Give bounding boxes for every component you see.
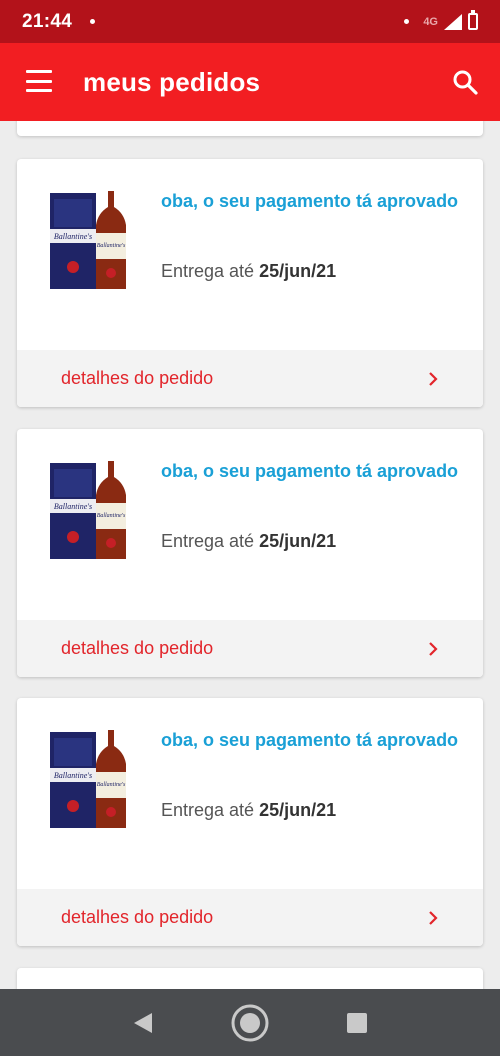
order-status: oba, o seu pagamento tá aprovado xyxy=(161,461,459,481)
order-card[interactable]: Ballantine's Ballantine's oba, o seu pag… xyxy=(17,159,483,407)
orders-list[interactable]: Ballantine's Ballantine's oba, o seu pag… xyxy=(0,121,500,989)
details-label: detalhes do pedido xyxy=(61,907,214,927)
back-icon xyxy=(134,1012,153,1033)
status-time: 21:44 xyxy=(22,10,73,32)
svg-text:Ballantine's: Ballantine's xyxy=(97,243,126,249)
battery-icon xyxy=(468,10,478,30)
order-details-button[interactable]: detalhes do pedido xyxy=(17,350,483,407)
delivery-date: 25/jun/21 xyxy=(259,800,337,820)
status-bar: 21:44 4G xyxy=(0,0,500,43)
delivery-date: 25/jun/21 xyxy=(259,531,337,551)
network-type: 4G xyxy=(423,15,438,28)
details-label: detalhes do pedido xyxy=(61,368,214,388)
chevron-right-icon xyxy=(429,371,438,386)
svg-text:Ballantine's: Ballantine's xyxy=(54,502,92,511)
delivery-date: 25/jun/21 xyxy=(259,261,337,281)
product-image[interactable]: Ballantine's Ballantine's xyxy=(50,728,130,832)
order-details-button[interactable]: detalhes do pedido xyxy=(17,889,483,946)
delivery-info: Entrega até 25/jun/21 xyxy=(161,800,336,821)
delivery-info: Entrega até 25/jun/21 xyxy=(161,261,336,282)
home-button[interactable] xyxy=(230,1003,270,1043)
delivery-info: Entrega até 25/jun/21 xyxy=(161,531,336,552)
delivery-label: Entrega até xyxy=(161,800,255,820)
order-status: oba, o seu pagamento tá aprovado xyxy=(161,730,459,750)
product-image[interactable]: Ballantine's Ballantine's xyxy=(50,189,130,293)
home-icon xyxy=(231,1004,269,1041)
back-button[interactable] xyxy=(123,1003,163,1043)
svg-text:Ballantine's: Ballantine's xyxy=(97,513,126,519)
page-title: meus pedidos xyxy=(83,67,261,97)
status-icons: 4G xyxy=(404,10,478,30)
order-card[interactable]: Ballantine's Ballantine's oba, o seu pag… xyxy=(17,429,483,677)
notification-dot-icon xyxy=(404,19,410,24)
chevron-right-icon xyxy=(429,910,438,925)
chevron-right-icon xyxy=(429,641,438,656)
delivery-label: Entrega até xyxy=(161,531,255,551)
order-status: oba, o seu pagamento tá aprovado xyxy=(161,191,459,211)
search-icon[interactable] xyxy=(452,69,478,95)
order-details-button[interactable]: detalhes do pedido xyxy=(17,620,483,677)
recents-icon xyxy=(346,1012,367,1033)
delivery-label: Entrega até xyxy=(161,261,255,281)
svg-text:Ballantine's: Ballantine's xyxy=(54,771,92,780)
order-card-partial[interactable] xyxy=(17,968,483,989)
order-card[interactable]: Ballantine's Ballantine's oba, o seu pag… xyxy=(17,698,483,946)
menu-icon[interactable] xyxy=(26,70,52,92)
signal-icon xyxy=(444,13,462,30)
system-nav-bar xyxy=(0,989,500,1056)
svg-text:Ballantine's: Ballantine's xyxy=(54,232,92,241)
product-image[interactable]: Ballantine's Ballantine's xyxy=(50,459,130,563)
svg-text:Ballantine's: Ballantine's xyxy=(97,782,126,788)
recents-button[interactable] xyxy=(337,1003,377,1043)
order-card-partial[interactable] xyxy=(17,121,483,136)
details-label: detalhes do pedido xyxy=(61,638,214,658)
app-bar: meus pedidos xyxy=(0,43,500,121)
notification-dot-icon xyxy=(90,19,96,24)
